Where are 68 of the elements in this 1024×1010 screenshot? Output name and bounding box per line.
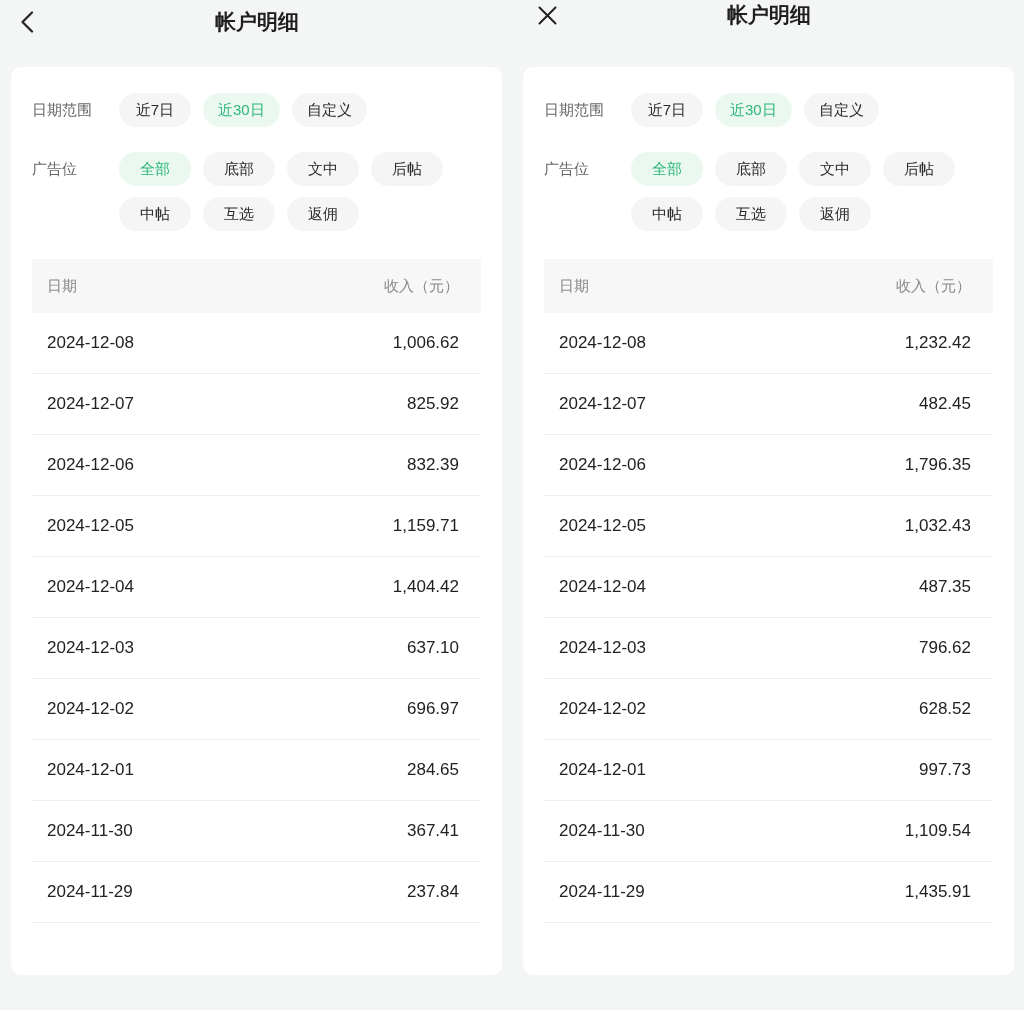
date-cell: 2024-12-06 bbox=[559, 455, 646, 475]
income-cell: 1,109.54 bbox=[904, 821, 971, 841]
income-cell: 628.52 bbox=[919, 699, 971, 719]
date-cell: 2024-11-29 bbox=[559, 882, 645, 902]
income-cell: 1,159.71 bbox=[392, 516, 459, 536]
income-cell: 1,032.43 bbox=[904, 516, 971, 536]
date-cell: 2024-12-08 bbox=[47, 333, 134, 353]
column-header: 日期 bbox=[559, 276, 589, 296]
close-icon[interactable] bbox=[538, 5, 557, 25]
income-cell: 696.97 bbox=[407, 699, 459, 719]
income-cell: 1,232.42 bbox=[904, 333, 971, 353]
date-cell: 2024-11-30 bbox=[559, 821, 645, 841]
date-cell: 2024-11-29 bbox=[47, 882, 133, 902]
income-cell: 367.41 bbox=[407, 821, 459, 841]
income-cell: 997.73 bbox=[919, 760, 971, 780]
column-header: 日期 bbox=[47, 276, 77, 296]
filter-label: 广告位 bbox=[544, 159, 590, 179]
filter-chip[interactable]: 互选 bbox=[203, 197, 275, 231]
filter-chip[interactable]: 近7日 bbox=[631, 93, 703, 127]
date-cell: 2024-12-07 bbox=[559, 394, 646, 414]
date-cell: 2024-12-06 bbox=[47, 455, 134, 475]
date-cell: 2024-12-08 bbox=[559, 333, 646, 353]
income-cell: 1,796.35 bbox=[904, 455, 971, 475]
date-cell: 2024-12-05 bbox=[559, 516, 646, 536]
date-cell: 2024-12-03 bbox=[47, 638, 134, 658]
date-cell: 2024-11-30 bbox=[47, 821, 133, 841]
filter-chip[interactable]: 底部 bbox=[203, 152, 275, 186]
income-cell: 487.35 bbox=[919, 577, 971, 597]
income-cell: 482.45 bbox=[919, 394, 971, 414]
filter-chip[interactable]: 近7日 bbox=[119, 93, 191, 127]
filter-chip[interactable]: 文中 bbox=[287, 152, 359, 186]
filter-chip[interactable]: 返佣 bbox=[799, 197, 871, 231]
income-cell: 1,435.91 bbox=[904, 882, 971, 902]
filter-chip[interactable]: 自定义 bbox=[803, 93, 879, 127]
income-cell: 825.92 bbox=[407, 394, 459, 414]
date-cell: 2024-12-02 bbox=[47, 699, 134, 719]
filter-chip[interactable]: 后帖 bbox=[371, 152, 443, 186]
income-cell: 284.65 bbox=[407, 760, 459, 780]
filter-chip[interactable]: 底部 bbox=[715, 152, 787, 186]
date-cell: 2024-12-04 bbox=[559, 577, 646, 597]
page-title: 帐户明细 bbox=[214, 9, 299, 35]
filter-chip[interactable]: 文中 bbox=[799, 152, 871, 186]
filter-chip[interactable]: 返佣 bbox=[287, 197, 359, 231]
date-cell: 2024-12-03 bbox=[559, 638, 646, 658]
filter-chip[interactable]: 自定义 bbox=[291, 93, 367, 127]
income-cell: 1,006.62 bbox=[392, 333, 459, 353]
column-header: 收入（元） bbox=[384, 276, 459, 296]
filter-label: 日期范围 bbox=[544, 100, 605, 120]
page-title: 帐户明细 bbox=[726, 2, 811, 28]
income-cell: 237.84 bbox=[407, 882, 459, 902]
date-cell: 2024-12-07 bbox=[47, 394, 134, 414]
filter-chip[interactable]: 后帖 bbox=[883, 152, 955, 186]
filter-label: 日期范围 bbox=[32, 100, 93, 120]
date-cell: 2024-12-01 bbox=[559, 760, 646, 780]
filter-chip[interactable]: 中帖 bbox=[119, 197, 191, 231]
date-cell: 2024-12-04 bbox=[47, 577, 134, 597]
income-cell: 796.62 bbox=[919, 638, 971, 658]
income-cell: 832.39 bbox=[407, 455, 459, 475]
back-icon[interactable] bbox=[20, 11, 34, 33]
filter-chip[interactable]: 中帖 bbox=[631, 197, 703, 231]
date-cell: 2024-12-05 bbox=[47, 516, 134, 536]
column-header: 收入（元） bbox=[896, 276, 971, 296]
filter-chip[interactable]: 互选 bbox=[715, 197, 787, 231]
income-cell: 637.10 bbox=[407, 638, 459, 658]
filter-label: 广告位 bbox=[32, 159, 78, 179]
date-cell: 2024-12-02 bbox=[559, 699, 646, 719]
income-cell: 1,404.42 bbox=[392, 577, 459, 597]
date-cell: 2024-12-01 bbox=[47, 760, 134, 780]
